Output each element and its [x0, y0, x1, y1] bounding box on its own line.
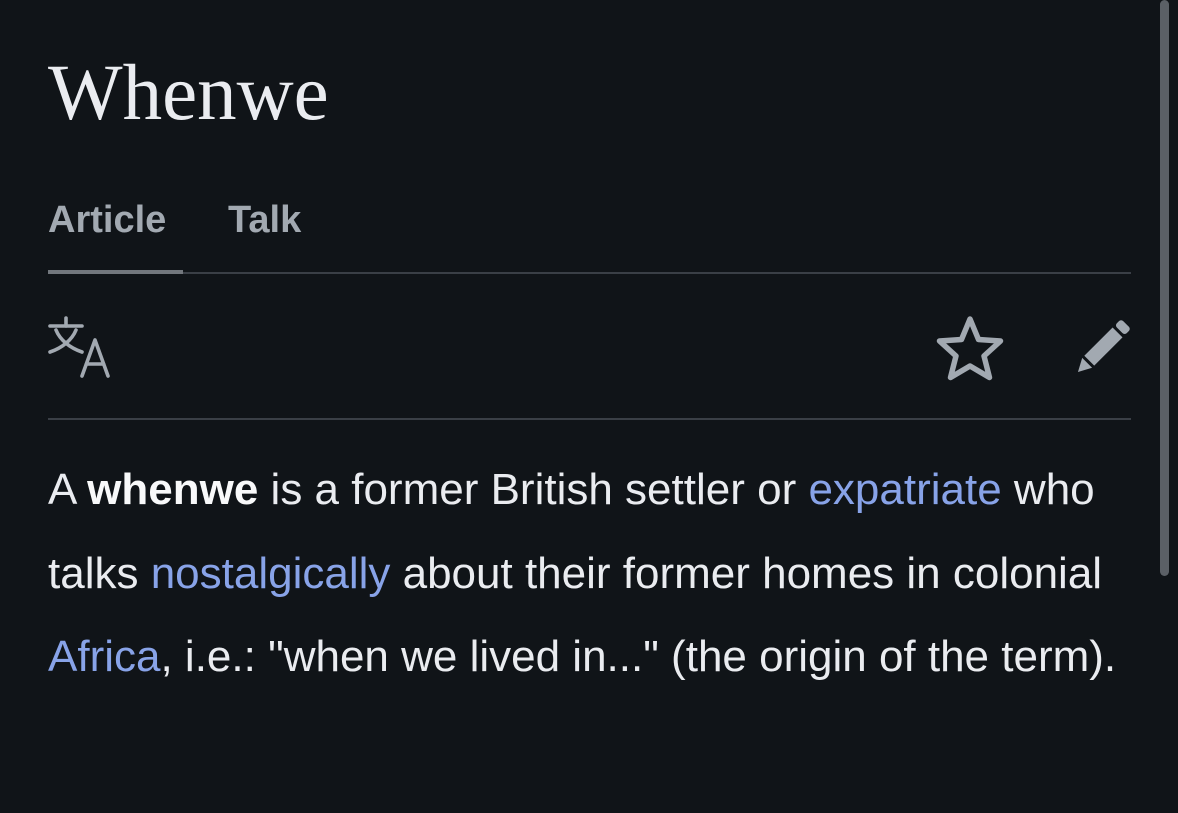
intro-text: A [48, 465, 88, 514]
link-expatriate[interactable]: expatriate [808, 465, 1001, 514]
scrollbar[interactable] [1160, 0, 1169, 576]
link-africa[interactable]: Africa [48, 632, 160, 681]
article-tabs: Article Talk [48, 196, 1131, 274]
translate-icon[interactable] [48, 316, 114, 378]
tab-talk-label: Talk [228, 199, 302, 241]
tab-article[interactable]: Article [48, 196, 183, 274]
page-title: Whenwe [48, 50, 329, 137]
tab-talk[interactable]: Talk [228, 196, 301, 272]
intro-text: about their former homes in colonial [390, 548, 1103, 598]
intro-text: , i.e.: "when we lived in..." (the origi… [160, 632, 1117, 681]
article-intro-paragraph: A whenwe is a former British settler or … [48, 448, 1131, 699]
page-actions-toolbar [48, 274, 1131, 420]
star-icon[interactable] [935, 314, 1005, 384]
pencil-icon[interactable] [1068, 314, 1136, 382]
tab-article-label: Article [48, 199, 167, 241]
intro-text: is a former British settler or [258, 465, 809, 514]
article-page: Whenwe Article Talk A whenwe is a former… [48, 0, 1131, 813]
bold-term: whenwe [87, 465, 259, 514]
link-nostalgically[interactable]: nostalgically [151, 549, 391, 598]
